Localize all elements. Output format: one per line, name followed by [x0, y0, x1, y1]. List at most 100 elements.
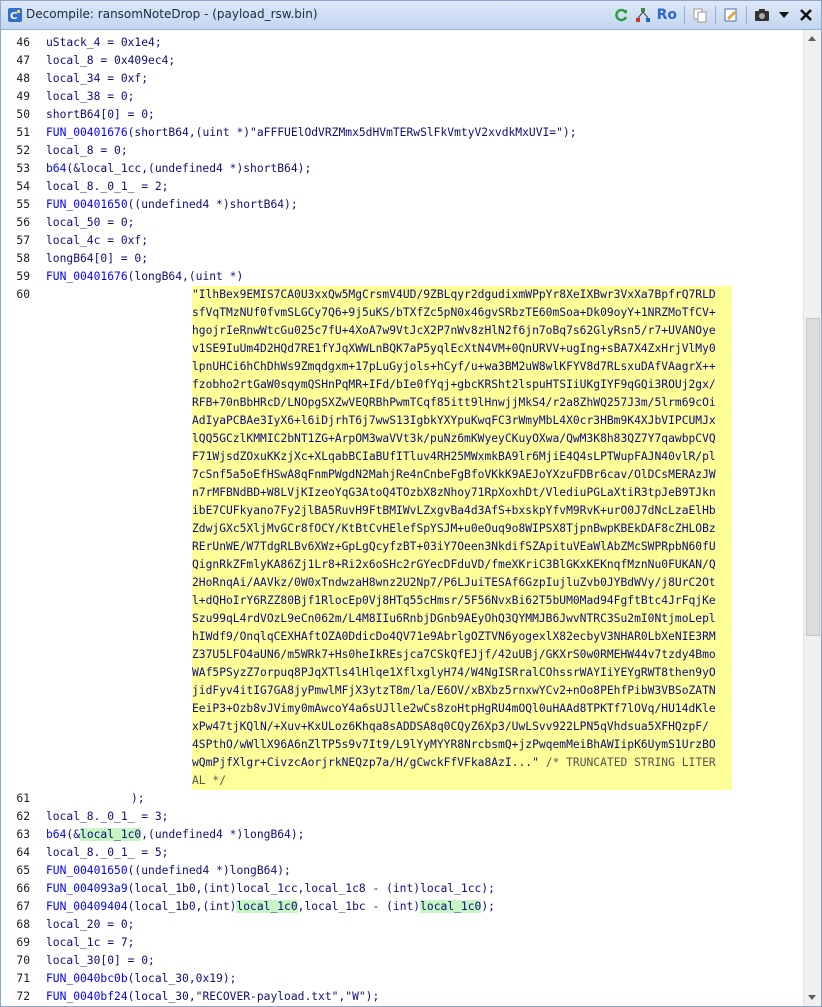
function-call[interactable]: FUN_00409404: [46, 900, 128, 913]
code-text[interactable]: shortB64[0] = 0;: [46, 106, 155, 124]
code-text[interactable]: ((undefined4 *)longB64);: [128, 864, 291, 877]
highlighted-variable[interactable]: local_1c0: [420, 900, 482, 913]
close-icon[interactable]: [795, 4, 817, 26]
line-number: 60: [16, 288, 30, 301]
code-text[interactable]: (&: [66, 828, 80, 841]
code-text[interactable]: ,local_1bc - (int): [298, 900, 420, 913]
string-literal-line[interactable]: wQmPjfXlgr+CivzcAorjrkNEQzp7a/H/gCwckFfV…: [192, 754, 732, 772]
code-text[interactable]: local_8 = 0x409ec4;: [46, 52, 175, 70]
string-literal-line[interactable]: RFB+70nBbHRcD/LNOpgSXZwVEQRBhPwmTCqf85it…: [192, 394, 732, 412]
function-call[interactable]: b64: [46, 162, 66, 175]
code-text[interactable]: (local_1b0,(int): [128, 900, 237, 913]
string-literal-text[interactable]: wQmPjfXlgr+CivzcAorjrkNEQzp7a/H/gCwckFfV…: [192, 756, 539, 769]
string-literal-highlight[interactable]: "IlhBex9EMIS7CA0U3xxQw5MgCrsmV4UD/9ZBLqy…: [192, 286, 732, 790]
line-number: 59: [16, 270, 30, 283]
string-literal-line[interactable]: 2HoRnqAi/AAVkz/0W0xTndwzaH8wnz2U2Np7/P6L…: [192, 574, 732, 592]
highlighted-variable[interactable]: local_1c0: [236, 900, 298, 913]
toolbar: Ro: [610, 4, 817, 26]
string-literal-line[interactable]: Z37U5LFO4aUN6/m5WRk7+Hs0heIkREsjca7CSkQf…: [192, 646, 732, 664]
function-call[interactable]: FUN_00401676: [46, 270, 128, 283]
function-call[interactable]: FUN_0040bf24: [46, 990, 128, 1003]
code-text[interactable]: local_8._0_1_ = 3;: [46, 808, 168, 826]
line-number: 62: [16, 810, 30, 823]
line-number: 64: [16, 846, 30, 859]
string-literal-line[interactable]: EeiP3+Ozb8vJVimy0mAwcoY4a6sUJlle2wCs8zoH…: [192, 700, 732, 718]
string-literal-line[interactable]: hIWdf9/OnqlqCEXHAftOZA0DdicDo4QV71e9Abrl…: [192, 628, 732, 646]
string-literal-line[interactable]: "IlhBex9EMIS7CA0U3xxQw5MgCrsmV4UD/9ZBLqy…: [192, 286, 732, 304]
line-number: 54: [16, 180, 30, 193]
code-text[interactable]: (longB64,(uint *): [128, 270, 244, 283]
code-text[interactable]: local_8 = 0;: [46, 142, 128, 160]
line-number: 46: [16, 36, 30, 49]
string-literal-line[interactable]: ibE7CUFkyano7Fy2jlBA5RuvH9FtBMIWvLZxgvBa…: [192, 502, 732, 520]
function-call[interactable]: b64: [46, 828, 66, 841]
code-text[interactable]: local_34 = 0xf;: [46, 70, 148, 88]
code-text[interactable]: local_1c = 7;: [46, 934, 134, 952]
line-number: 57: [16, 234, 30, 247]
code-text[interactable]: (local_1b0,(int)local_1cc,local_1c8 - (i…: [128, 882, 495, 895]
code-text[interactable]: local_30[0] = 0;: [46, 952, 155, 970]
copy-icon[interactable]: [689, 4, 711, 26]
snapshot-icon[interactable]: [751, 4, 773, 26]
string-literal-line[interactable]: RErUnWE/W7TdgRLBv6XWz+GpLgQcyfzBT+03iY7O…: [192, 538, 732, 556]
string-literal-line[interactable]: lQQ5GCzlKMMIC2bNT1ZG+ArpOM3waVVt3k/puNz6…: [192, 430, 732, 448]
code-text[interactable]: (&local_1cc,(undefined4 *)shortB64);: [66, 162, 311, 175]
call-graph-icon[interactable]: [632, 4, 654, 26]
scrollbar-thumb[interactable]: [806, 318, 820, 636]
dropdown-menu-icon[interactable]: [773, 4, 795, 26]
edit-icon[interactable]: [720, 4, 742, 26]
function-call[interactable]: FUN_00401676: [46, 126, 128, 139]
refresh-icon[interactable]: [610, 4, 632, 26]
string-literal-line[interactable]: QignRkZFmlyKA86Zj1Lr8+Ri2x6oSHc2rGYecDFd…: [192, 556, 732, 574]
code-text[interactable]: uStack_4 = 0x1e4;: [46, 34, 162, 52]
read-only-label[interactable]: Ro: [654, 4, 680, 26]
toolbar-separator: [684, 6, 685, 24]
code-text[interactable]: longB64[0] = 0;: [46, 250, 148, 268]
code-text[interactable]: local_4c = 0xf;: [46, 232, 148, 250]
line-number: 48: [16, 72, 30, 85]
string-literal-line[interactable]: ZdwjGXc5XljMvGCr8fOCY/KtBtCvHElefSpYSJM+…: [192, 520, 732, 538]
code-text[interactable]: local_8._0_1_ = 2;: [46, 178, 168, 196]
function-call[interactable]: FUN_0040bc0b: [46, 972, 128, 985]
decompiled-code-view[interactable]: 46 uStack_4 = 0x1e4; 47 local_8 = 0x409ec4…: [1, 30, 805, 1006]
string-literal-line[interactable]: v1SE9IuUm4D2HQd7RE1fYJqXWWLnBQK7aP5yqlEc…: [192, 340, 732, 358]
line-number: 51: [16, 126, 30, 139]
line-number: 67: [16, 900, 30, 913]
string-literal-line[interactable]: lpnUHCi6hChDhWs9Zmqdgxm+17pLuGyjols+hCyf…: [192, 358, 732, 376]
string-literal-line[interactable]: WAf5PSyzZ7orpuq8PJqXTls4lHlqe1XflxglyH74…: [192, 664, 732, 682]
string-literal-line[interactable]: Szu99qL4rdVOzL9eCn062m/L4M8IIu6RnbjDGnb9…: [192, 610, 732, 628]
string-literal-line[interactable]: xPw47tjKQlN/+Xuv+KxULoz6Khqa8sADDSA8q0CQ…: [192, 718, 732, 736]
string-literal-line[interactable]: AdIyaPCBAe3IyX6+l6iDjrhT6j7wwS13IgbkYXYp…: [192, 412, 732, 430]
string-literal-line[interactable]: fzobho2rtGaW0sqymQSHnPqMR+IFd/bIe0fYqj+g…: [192, 376, 732, 394]
string-literal-line[interactable]: l+dQHoIrY6RZZ80Bjf1RlocEp0Vj8HTq55cHmsr/…: [192, 592, 732, 610]
highlighted-variable[interactable]: local_1c0: [80, 828, 142, 841]
function-call[interactable]: FUN_00401650: [46, 864, 128, 877]
code-text[interactable]: local_20 = 0;: [46, 916, 134, 934]
code-text[interactable]: ((undefined4 *)shortB64);: [128, 198, 298, 211]
code-text[interactable]: (local_30,0x19);: [128, 972, 237, 985]
function-call[interactable]: FUN_00401650: [46, 198, 128, 211]
string-literal-line[interactable]: sfVqTMzNUf0fvmSLGCy7Q6+9j5uKS/bTXfZc5pN0…: [192, 304, 732, 322]
string-literal-line[interactable]: jidFyv4itIG7GA8jyPmwlMFjX3ytzT8m/la/E6OV…: [192, 682, 732, 700]
code-text[interactable]: (local_30,"RECOVER-payload.txt","W");: [128, 990, 380, 1003]
code-text[interactable]: local_50 = 0;: [46, 214, 134, 232]
scroll-up-arrow-icon[interactable]: [808, 36, 816, 41]
code-text[interactable]: );: [131, 790, 145, 808]
string-literal-line[interactable]: F71WjsdZOxuKKzjXc+XLqabBCIaBUfITluv4RH25…: [192, 448, 732, 466]
function-call[interactable]: FUN_004093a9: [46, 882, 128, 895]
code-text[interactable]: (shortB64,(uint *)"aFFFUElOdVRZMmx5dHVmT…: [128, 126, 577, 139]
string-literal-line[interactable]: n7rMFBNdBD+W8LVjKIzeoYqG3AtoQ4TOzbX8zNho…: [192, 484, 732, 502]
line-number: 53: [16, 162, 30, 175]
string-literal-line[interactable]: hgojrIeRnwWtcGu025c7fU+4XoA7w9VtJcX2P7nW…: [192, 322, 732, 340]
code-text[interactable]: local_38 = 0;: [46, 88, 134, 106]
line-number: 50: [16, 108, 30, 121]
string-literal-line[interactable]: 4SPthO/wWllX96A6nZlTP5s9v7It9/L9lYyMYYR8…: [192, 736, 732, 754]
line-number: 72: [16, 990, 30, 1003]
code-text[interactable]: );: [481, 900, 495, 913]
vertical-scrollbar[interactable]: [803, 30, 821, 1006]
scroll-down-arrow-icon[interactable]: [808, 995, 816, 1000]
code-text[interactable]: local_8._0_1_ = 5;: [46, 844, 168, 862]
string-literal-line[interactable]: 7cSnf5a5oEfHSwA8qFnmPWgdN2MahjRe4nCnbeFg…: [192, 466, 732, 484]
code-text[interactable]: ,(undefined4 *)longB64);: [141, 828, 304, 841]
truncation-comment: AL */: [192, 774, 227, 787]
